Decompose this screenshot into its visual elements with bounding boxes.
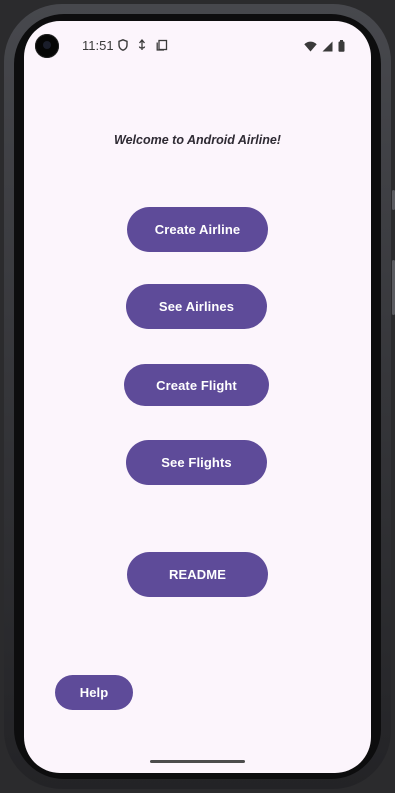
create-airline-button[interactable]: Create Airline [127, 207, 268, 252]
battery-icon [338, 39, 345, 57]
see-airlines-button[interactable]: See Airlines [126, 284, 267, 329]
front-camera [35, 34, 59, 58]
see-flights-button[interactable]: See Flights [126, 440, 267, 485]
clipboard-icon [156, 38, 168, 56]
status-notification-icons [118, 38, 168, 56]
status-time: 11:51 [82, 38, 114, 53]
wifi-icon [304, 39, 317, 57]
help-button[interactable]: Help [55, 675, 133, 710]
cell-signal-icon [322, 39, 333, 57]
welcome-text: Welcome to Android Airline! [114, 133, 281, 147]
gesture-navigation-bar[interactable] [150, 760, 245, 763]
app-screen: 11:51 Welcome to Android Airline! Create… [24, 21, 371, 773]
usb-debug-icon [137, 38, 147, 56]
readme-button[interactable]: README [127, 552, 268, 597]
shield-icon [118, 38, 128, 56]
create-flight-button[interactable]: Create Flight [124, 364, 269, 406]
status-system-icons [304, 39, 345, 57]
